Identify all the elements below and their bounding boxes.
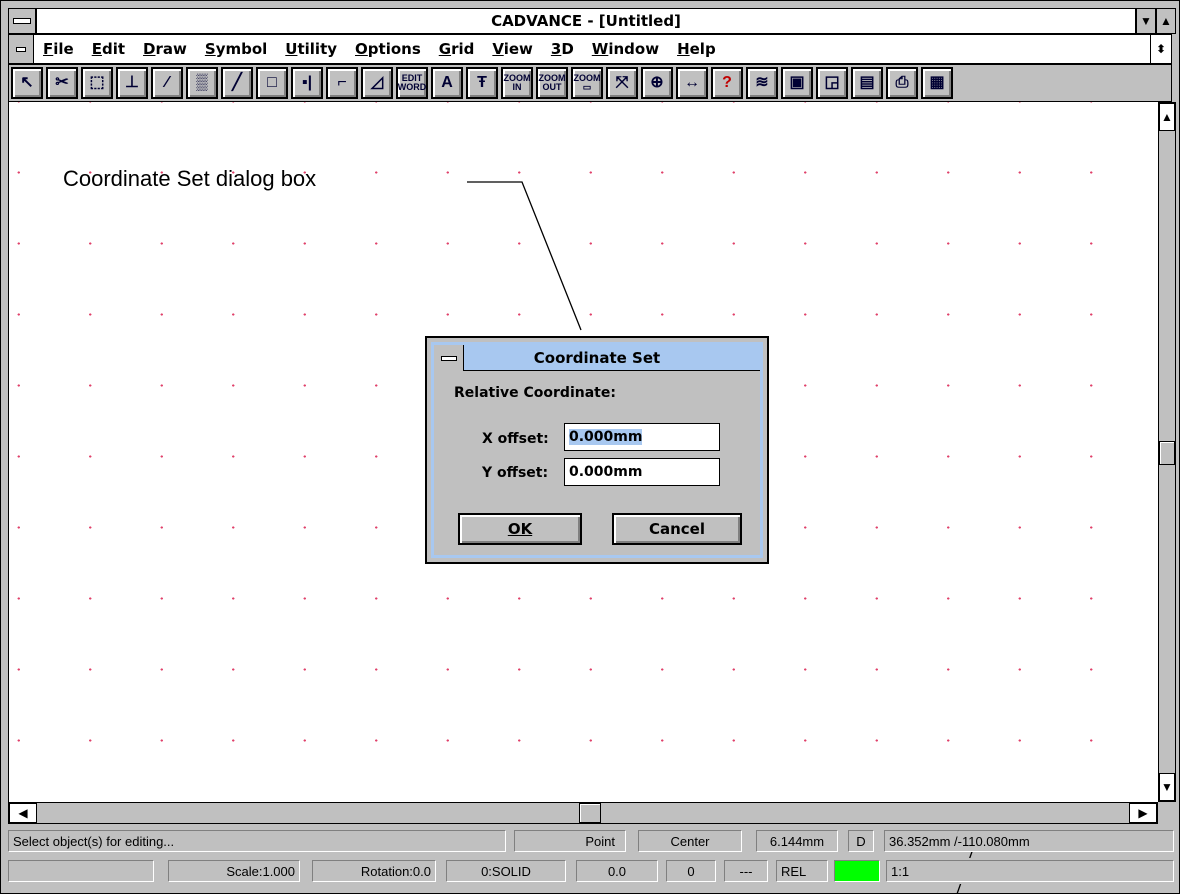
layer-readout[interactable]: 0: [666, 860, 716, 882]
pen-readout[interactable]: ---: [724, 860, 768, 882]
scroll-left-arrow-icon[interactable]: ◀: [9, 803, 37, 823]
dialog-annotation: Coordinate Set dialog box: [63, 166, 317, 191]
coord-mode-readout[interactable]: REL: [776, 860, 828, 882]
linetype-readout[interactable]: 0:SOLID: [446, 860, 566, 882]
dialog-system-menu-icon[interactable]: [434, 345, 464, 371]
horizontal-scrollbar[interactable]: ◀ ▶: [8, 802, 1158, 824]
ok-button[interactable]: OK: [458, 513, 582, 545]
x-offset-input[interactable]: 0.000mm: [564, 423, 720, 451]
scroll-down-arrow-icon[interactable]: ▼: [1159, 773, 1175, 801]
snap-origin[interactable]: Center: [638, 830, 742, 852]
vertical-scroll-thumb[interactable]: [1159, 441, 1175, 465]
relative-coordinate-label: Relative Coordinate:: [454, 385, 616, 401]
coordinate-readout: 36.352mm /-110.080mm: [884, 830, 1174, 852]
horizontal-scroll-thumb[interactable]: [579, 803, 601, 823]
status-bar-bottom: Scale:1.000 Rotation:0.0 0:SOLID 0.0 0 -…: [8, 858, 1176, 884]
scroll-up-arrow-icon[interactable]: ▲: [1159, 103, 1175, 131]
line-width-readout[interactable]: 0.0: [576, 860, 658, 882]
cancel-button[interactable]: Cancel: [612, 513, 742, 545]
ratio-readout: 1:1: [886, 860, 1174, 882]
x-offset-value: 0.000mm: [569, 429, 643, 445]
status-bar-top: Select object(s) for editing... Point Ce…: [8, 828, 1176, 852]
y-offset-input[interactable]: 0.000mm: [564, 458, 720, 486]
layer-color-swatch[interactable]: [834, 860, 880, 882]
scroll-right-arrow-icon[interactable]: ▶: [1129, 803, 1157, 823]
dialog-leader-line: [467, 181, 582, 331]
distance-flag[interactable]: D: [848, 830, 874, 852]
x-offset-label: X offset:: [482, 431, 549, 447]
snap-mode[interactable]: Point: [514, 830, 626, 852]
status-message: Select object(s) for editing...: [8, 830, 506, 852]
dialog-frame: Coordinate Set Relative Coordinate: X of…: [431, 342, 763, 558]
y-offset-value: 0.000mm: [569, 464, 643, 480]
vertical-scrollbar[interactable]: ▲ ▼: [1158, 102, 1176, 802]
rotation-readout[interactable]: Rotation:0.0: [312, 860, 436, 882]
distance-readout: 6.144mm: [756, 830, 838, 852]
status-blank-cell: [8, 860, 154, 882]
y-offset-label: Y offset:: [482, 465, 549, 481]
coordinate-set-dialog: Coordinate Set Relative Coordinate: X of…: [425, 336, 769, 564]
dialog-title: Coordinate Set: [434, 345, 760, 371]
scale-readout[interactable]: Scale:1.000: [168, 860, 300, 882]
